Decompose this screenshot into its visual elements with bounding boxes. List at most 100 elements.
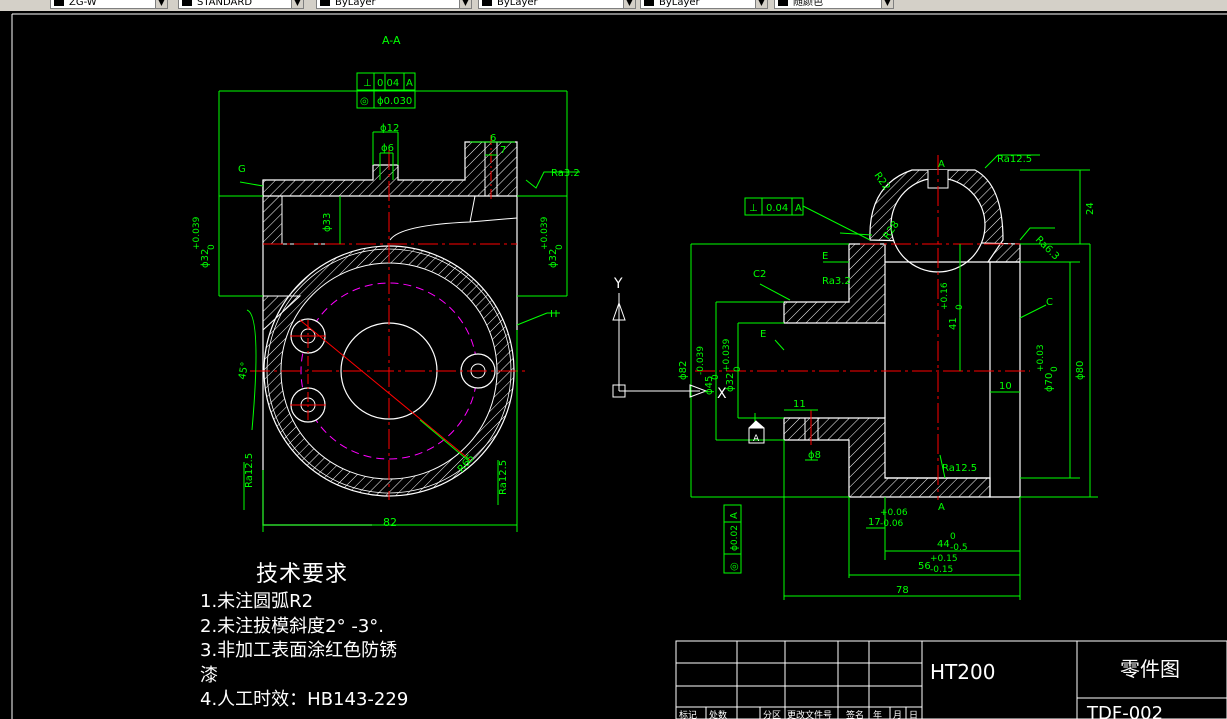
svg-text:78: 78 bbox=[896, 585, 909, 596]
svg-text:ϕ0.030: ϕ0.030 bbox=[377, 96, 412, 107]
svg-text:-0.15: -0.15 bbox=[930, 565, 953, 575]
style-combo[interactable]: STANDARD ▼ bbox=[178, 0, 304, 9]
svg-text:ϕ32: ϕ32 bbox=[725, 373, 736, 392]
svg-text:10: 10 bbox=[999, 381, 1012, 392]
chevron-down-icon: ▼ bbox=[291, 0, 303, 8]
svg-text:7: 7 bbox=[500, 145, 506, 156]
technical-requirements: 技术要求 1.未注圆弧R2 2.未注拔模斜度2° -3°. 3.非加工表面涂红色… bbox=[200, 560, 408, 713]
note-line: 2.未注拔模斜度2° -3°. bbox=[200, 615, 385, 637]
svg-text:A: A bbox=[753, 434, 760, 444]
drawing-canvas[interactable]: A-A ⊥ 0.04 A ◎ ϕ0.030 ϕ12 ϕ6 6 7 G Ra3.2… bbox=[0, 11, 1227, 719]
note-line: 1.未注圆弧R2 bbox=[200, 591, 314, 612]
svg-text:44: 44 bbox=[937, 539, 950, 550]
layer-swatch-icon bbox=[54, 0, 64, 6]
svg-text:Ra12.5: Ra12.5 bbox=[942, 463, 977, 474]
svg-text:+0.06: +0.06 bbox=[880, 508, 908, 518]
svg-text:ϕ80: ϕ80 bbox=[1075, 361, 1086, 380]
plotstyle-icon bbox=[778, 0, 788, 6]
svg-text:签名: 签名 bbox=[846, 709, 864, 719]
svg-text:更改文件号: 更改文件号 bbox=[787, 709, 832, 719]
chevron-down-icon: ▼ bbox=[623, 0, 635, 8]
svg-text:年: 年 bbox=[873, 709, 882, 719]
svg-text:A: A bbox=[938, 159, 945, 170]
svg-text:A: A bbox=[938, 502, 945, 513]
svg-text:+0.039: +0.039 bbox=[540, 216, 550, 250]
svg-text:Ra12.5: Ra12.5 bbox=[244, 453, 255, 488]
linetype-icon bbox=[482, 0, 492, 6]
color-combo[interactable]: ByLayer ▼ bbox=[316, 0, 472, 9]
svg-text:月: 月 bbox=[893, 710, 902, 719]
svg-text:11: 11 bbox=[793, 399, 806, 410]
section-label-aa: A-A bbox=[382, 34, 401, 47]
svg-text:0: 0 bbox=[955, 304, 965, 310]
notes-title: 技术要求 bbox=[256, 562, 349, 587]
svg-text:A: A bbox=[795, 203, 802, 214]
svg-text:E: E bbox=[822, 251, 828, 262]
note-line: 3.非加工表面涂红色防锈 bbox=[200, 640, 398, 661]
linetype-combo[interactable]: ByLayer ▼ bbox=[478, 0, 636, 9]
svg-text:82: 82 bbox=[383, 516, 397, 529]
cad-drawing[interactable]: A-A ⊥ 0.04 A ◎ ϕ0.030 ϕ12 ϕ6 6 7 G Ra3.2… bbox=[0, 11, 1227, 719]
svg-text:+0.039: +0.039 bbox=[722, 338, 732, 372]
svg-text:日: 日 bbox=[909, 710, 918, 719]
lineweight-combo[interactable]: ByLayer ▼ bbox=[640, 0, 768, 9]
title-block-material: HT200 bbox=[930, 660, 995, 684]
svg-text:0: 0 bbox=[950, 532, 956, 542]
svg-text:0.04: 0.04 bbox=[377, 78, 399, 89]
svg-text:Y: Y bbox=[613, 276, 623, 292]
svg-text:+0.15: +0.15 bbox=[930, 554, 958, 564]
svg-text:ϕ6: ϕ6 bbox=[381, 143, 394, 154]
svg-text:+0.03: +0.03 bbox=[1036, 344, 1046, 372]
svg-text:ϕ32: ϕ32 bbox=[548, 249, 559, 268]
ucs-icon bbox=[612, 293, 708, 398]
left-section-view[interactable] bbox=[250, 135, 525, 526]
svg-text:0: 0 bbox=[555, 244, 565, 250]
note-line: 4.人工时效：HB143-229 bbox=[200, 689, 409, 710]
svg-text:0.04: 0.04 bbox=[766, 203, 788, 214]
svg-text:Ra6.3: Ra6.3 bbox=[1033, 234, 1061, 262]
svg-text:0: 0 bbox=[711, 374, 721, 380]
right-gtol-frames bbox=[723, 197, 871, 574]
svg-text:ϕ32: ϕ32 bbox=[200, 249, 211, 268]
title-block-number: TDF-002 bbox=[1086, 703, 1163, 719]
svg-text:⊥: ⊥ bbox=[749, 203, 758, 214]
note-line: 漆 bbox=[200, 664, 218, 686]
svg-text:ϕ33: ϕ33 bbox=[322, 213, 333, 232]
svg-text:E: E bbox=[760, 329, 766, 340]
chevron-down-icon: ▼ bbox=[459, 0, 471, 8]
chevron-down-icon: ▼ bbox=[881, 0, 893, 8]
svg-text:分区: 分区 bbox=[763, 710, 781, 719]
svg-text:+0.039: +0.039 bbox=[192, 216, 202, 250]
svg-text:-0.5: -0.5 bbox=[950, 543, 968, 553]
style-icon bbox=[182, 0, 192, 6]
svg-text:◎: ◎ bbox=[360, 96, 369, 107]
layer-combo[interactable]: ZG-W ▼ bbox=[50, 0, 168, 9]
svg-text:⊥: ⊥ bbox=[363, 78, 372, 89]
title-block-title: 零件图 bbox=[1120, 657, 1180, 681]
plotstyle-combo[interactable]: 随颜色 ▼ bbox=[774, 0, 894, 9]
svg-text:A: A bbox=[729, 512, 740, 519]
svg-text:ϕ8: ϕ8 bbox=[808, 450, 821, 461]
svg-text:-0.06: -0.06 bbox=[880, 519, 904, 529]
svg-text:ϕ0.02: ϕ0.02 bbox=[730, 525, 740, 551]
svg-text:标记: 标记 bbox=[679, 709, 697, 719]
svg-text:24: 24 bbox=[1085, 202, 1096, 215]
svg-text:C: C bbox=[1046, 297, 1053, 308]
svg-text:ϕ82: ϕ82 bbox=[678, 361, 689, 380]
svg-text:H: H bbox=[550, 309, 558, 320]
svg-text:41: 41 bbox=[948, 317, 959, 330]
svg-text:17: 17 bbox=[868, 517, 881, 528]
svg-text:0: 0 bbox=[733, 366, 743, 372]
svg-text:Ra3.2: Ra3.2 bbox=[822, 276, 851, 287]
svg-text:Ra12.5: Ra12.5 bbox=[997, 154, 1032, 165]
svg-text:ϕ70: ϕ70 bbox=[1044, 373, 1055, 392]
svg-text:C2: C2 bbox=[753, 269, 766, 280]
svg-text:Ra12.5: Ra12.5 bbox=[498, 460, 509, 495]
svg-text:0: 0 bbox=[207, 244, 217, 250]
svg-text:ϕ12: ϕ12 bbox=[380, 123, 399, 134]
color-swatch-icon bbox=[320, 0, 330, 6]
svg-text:G: G bbox=[238, 164, 246, 175]
svg-text:Ra3.2: Ra3.2 bbox=[551, 168, 580, 179]
svg-text:56: 56 bbox=[918, 561, 931, 572]
svg-text:X: X bbox=[717, 386, 727, 402]
